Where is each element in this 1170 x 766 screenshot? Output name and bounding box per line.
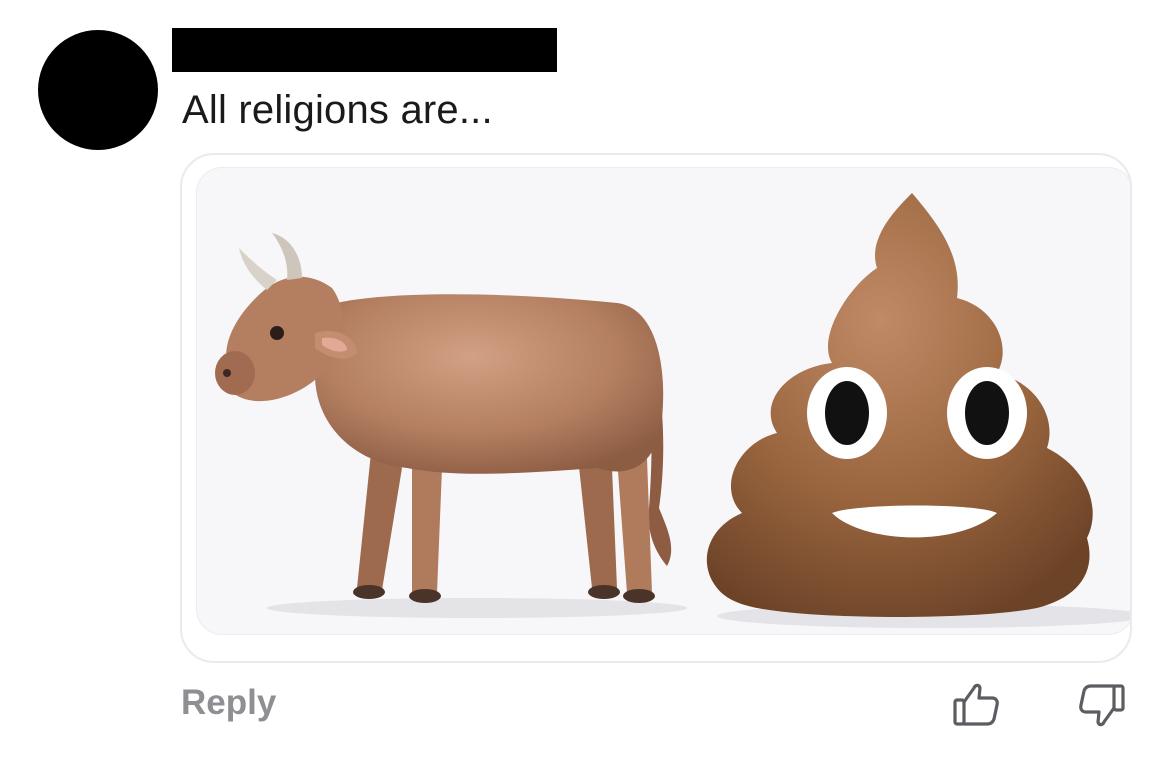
thumbs-up-icon [952,683,1002,734]
author-name-redacted[interactable] [172,28,557,72]
cow-icon [215,233,687,618]
dislike-button[interactable] [1076,680,1126,730]
avatar[interactable] [38,30,158,150]
like-button[interactable] [952,680,1002,730]
attachment-card[interactable] [180,153,1132,663]
reply-button[interactable]: Reply [181,683,276,723]
comment-text: All religions are... [182,88,493,132]
attachment-image[interactable] [196,167,1130,635]
thumbs-down-icon [1076,684,1126,734]
poop-icon [706,193,1130,628]
